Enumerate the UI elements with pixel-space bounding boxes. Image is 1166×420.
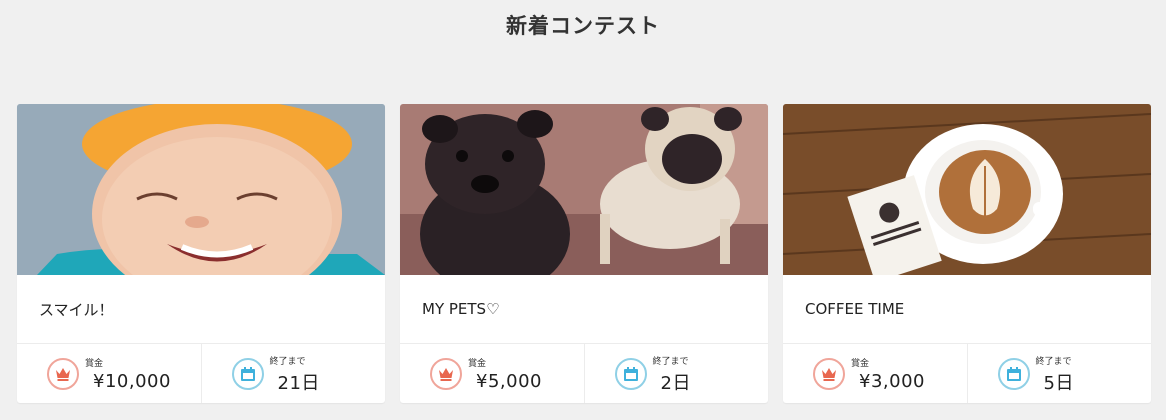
latte-coffee-photo-icon [783, 104, 1151, 275]
contest-stats: 賞金 ¥5,000 終了まで 2日 [400, 344, 768, 403]
prize-value: ¥5,000 [476, 371, 542, 392]
child-smiling-photo-icon [17, 104, 385, 275]
prize-stat: 賞金 ¥10,000 [17, 344, 201, 403]
deadline-label: 終了まで [1035, 356, 1072, 367]
contest-title[interactable]: MY PETS♡ [400, 275, 768, 344]
contest-image[interactable] [783, 104, 1151, 275]
prize-label: 賞金 [851, 359, 870, 369]
prize-value: ¥3,000 [859, 371, 925, 392]
contest-list: スマイル！ 賞金 ¥10,000 終了まで 21日 MY PETS♡ 賞金 ¥5… [17, 104, 1151, 403]
deadline-value: 5日 [1043, 372, 1074, 394]
deadline-label: 終了まで [269, 356, 306, 367]
prize-label: 賞金 [85, 359, 104, 369]
deadline-stat: 終了まで 2日 [583, 344, 769, 403]
deadline-stat: 終了まで 5日 [966, 344, 1152, 403]
deadline-value: 21日 [277, 372, 320, 394]
prize-stat: 賞金 ¥3,000 [783, 344, 967, 403]
contest-card[interactable]: スマイル！ 賞金 ¥10,000 終了まで 21日 [17, 104, 385, 403]
contest-title[interactable]: スマイル！ [17, 275, 385, 344]
calendar-icon [231, 358, 264, 390]
calendar-icon [997, 358, 1030, 390]
prize-label: 賞金 [468, 359, 487, 369]
contest-stats: 賞金 ¥3,000 終了まで 5日 [783, 344, 1151, 403]
crown-icon [813, 358, 845, 390]
calendar-icon [614, 358, 647, 390]
contest-image[interactable] [400, 104, 768, 275]
crown-icon [47, 358, 79, 390]
prize-value: ¥10,000 [93, 371, 171, 392]
deadline-label: 終了まで [652, 356, 689, 367]
contest-card[interactable]: MY PETS♡ 賞金 ¥5,000 終了まで 2日 [400, 104, 768, 403]
pug-dogs-photo-icon [400, 104, 768, 275]
contest-stats: 賞金 ¥10,000 終了まで 21日 [17, 344, 385, 403]
prize-stat: 賞金 ¥5,000 [400, 344, 584, 403]
contest-image[interactable] [17, 104, 385, 275]
contest-title[interactable]: COFFEE TIME [783, 275, 1151, 344]
contest-card[interactable]: COFFEE TIME 賞金 ¥3,000 終了まで 5日 [783, 104, 1151, 403]
deadline-stat: 終了まで 21日 [200, 344, 386, 403]
crown-icon [430, 358, 462, 390]
section-title: 新着コンテスト [506, 14, 660, 38]
deadline-value: 2日 [660, 372, 691, 394]
